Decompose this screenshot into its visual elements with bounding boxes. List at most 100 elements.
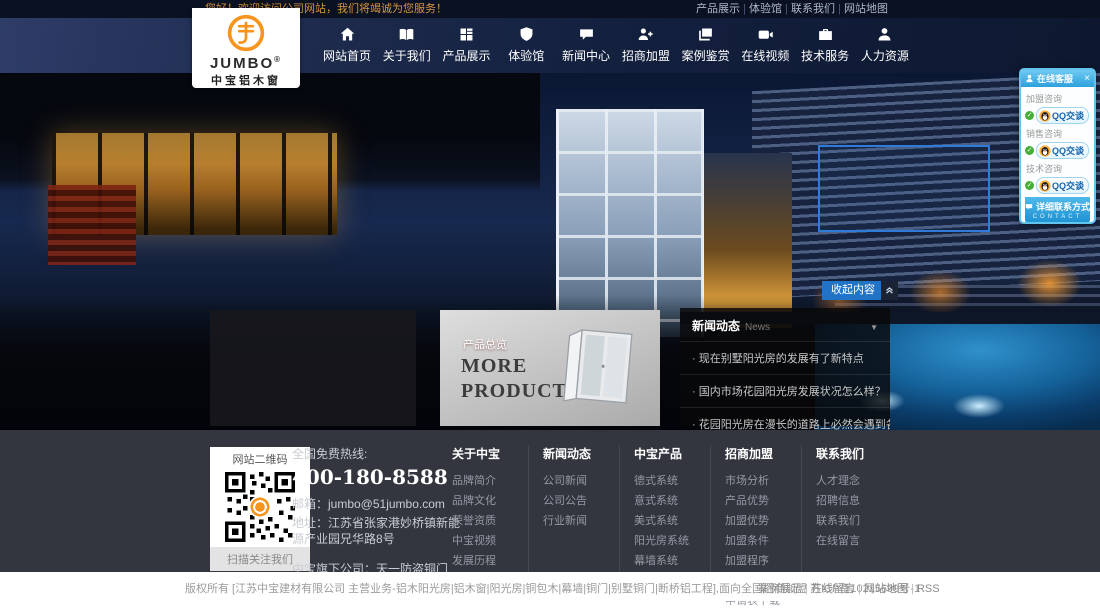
collapse-content-button[interactable]: 收起内容 (822, 281, 884, 300)
news-title: 新闻动态 (692, 317, 740, 334)
nav-label: 在线视频 (741, 47, 789, 64)
hotline-label: 全国免费热线: (292, 445, 464, 462)
contact-email: 邮箱：jumbo@51jumbo.com (292, 496, 464, 512)
contact-caption: CONTACT (1025, 214, 1090, 220)
news-header: 新闻动态 News ▼ (680, 308, 890, 341)
chat-panel-body: 加盟咨询 ✓ QQ交谈 销售咨询 ✓ (1021, 87, 1094, 222)
bottom-link[interactable]: 网站地图 (864, 583, 917, 595)
footer-link[interactable]: 公司公告 (543, 491, 619, 511)
nav-item-home[interactable]: 网站首页 (318, 26, 376, 64)
footer-link[interactable]: 加盟优势 (725, 511, 801, 531)
chat-row: ✓ QQ交谈 (1025, 107, 1090, 124)
footer-link[interactable]: 品牌文化 (452, 491, 528, 511)
footer-link[interactable]: 幕墙系统 (634, 551, 710, 571)
footer-link[interactable]: 品牌简介 (452, 471, 528, 491)
news-item[interactable]: 花园阳光房在漫长的道路上必然会遇到各种挑战 (680, 407, 890, 430)
footer-link[interactable]: 产品优势 (725, 491, 801, 511)
footer-link[interactable]: 意式系统 (634, 491, 710, 511)
chevron-down-icon[interactable]: ▼ (870, 323, 878, 332)
footer-link[interactable]: 美式系统 (634, 511, 710, 531)
footer-link[interactable]: 人才理念 (816, 471, 892, 491)
qq-penguin-icon (1039, 145, 1051, 157)
close-icon[interactable]: × (1084, 74, 1090, 84)
nav-item-news[interactable]: 新闻中心 (557, 26, 615, 64)
nav-item-about[interactable]: 关于我们 (378, 26, 436, 64)
bottom-link[interactable]: RSS (917, 583, 940, 595)
nav-item-videos[interactable]: 在线视频 (736, 26, 794, 64)
nav-label: 招商加盟 (622, 47, 670, 64)
main-navbar: 网站首页 关于我们 产品展示 体验馆 新闻中心 招商加盟 案例鉴赏 在线视频 技… (0, 18, 1100, 73)
nav-item-cases[interactable]: 案例鉴赏 (677, 26, 735, 64)
footer-link[interactable]: 联系我们 (816, 511, 892, 531)
bottom-link[interactable]: 案例展示 (758, 583, 811, 595)
topbar-link[interactable]: 联系我们 (791, 3, 844, 15)
online-status-icon: ✓ (1025, 181, 1034, 190)
nav-label: 关于我们 (383, 47, 431, 64)
shield-icon (518, 26, 535, 43)
bottom-link[interactable]: 在线留言 (811, 583, 864, 595)
topbar-link[interactable]: 体验馆 (749, 3, 791, 15)
qq-penguin-icon (1039, 180, 1051, 192)
footer-column-title: 中宝产品 (634, 445, 710, 462)
nav-label: 人力资源 (861, 47, 909, 64)
speech-bubble-icon (1025, 202, 1033, 211)
briefcase-icon (817, 26, 834, 43)
news-item[interactable]: 现在别墅阳光房的发展有了新特点 (680, 341, 890, 374)
contact-details-label: 详细联系方式 (1036, 200, 1090, 213)
chat-group: 技术咨询 ✓ QQ交谈 (1025, 162, 1090, 194)
topbar-link[interactable]: 产品展示 (696, 3, 749, 15)
qq-chat-button[interactable]: QQ交谈 (1036, 107, 1089, 124)
footer-link[interactable]: 加盟条件 (725, 531, 801, 551)
nav-label: 案例鉴赏 (682, 47, 730, 64)
person-icon (1025, 74, 1034, 83)
online-status-icon: ✓ (1025, 111, 1034, 120)
footer-link[interactable]: 公司新闻 (543, 471, 619, 491)
user-icon (876, 26, 893, 43)
nav-item-services[interactable]: 技术服务 (796, 26, 854, 64)
qq-chat-button[interactable]: QQ交谈 (1036, 142, 1089, 159)
footer-link[interactable]: 中宝视频 (452, 531, 528, 551)
home-icon (339, 26, 356, 43)
footer-link[interactable]: 行业新闻 (543, 511, 619, 531)
jumbo-emblem-icon (226, 13, 266, 53)
qq-chat-button[interactable]: QQ交谈 (1036, 177, 1089, 194)
nav-label: 网站首页 (323, 47, 371, 64)
video-icon (757, 26, 774, 43)
window-product-icon (560, 320, 646, 416)
footer-link[interactable]: 发展历程 (452, 551, 528, 571)
footer-link[interactable]: 加盟程序 (725, 551, 801, 571)
book-icon (398, 26, 415, 43)
footer-link[interactable]: 市场分析 (725, 471, 801, 491)
hero-red-slat-wall (48, 185, 136, 265)
news-overlay-panel: 新闻动态 News ▼ 现在别墅阳光房的发展有了新特点国内市场花园阳光房发展状况… (680, 308, 890, 426)
bottom-links: 案例展示在线留言网站地图RSS (758, 580, 940, 596)
chat-panel-header: 在线客服 × (1021, 70, 1094, 87)
gallery-icon (697, 26, 714, 43)
nav-item-franchise[interactable]: 招商加盟 (617, 26, 675, 64)
chat-icon (578, 26, 595, 43)
footer-link[interactable]: 德式系统 (634, 471, 710, 491)
footer-link[interactable]: 荣誉资质 (452, 511, 528, 531)
footer-column-title: 关于中宝 (452, 445, 528, 462)
contact-details-button[interactable]: 详细联系方式 CONTACT (1025, 197, 1090, 222)
logo-subtitle: 中宝铝木窗 (211, 72, 281, 88)
topbar-links: 产品展示体验馆联系我们网站地图 (696, 0, 888, 18)
topbar-link[interactable]: 网站地图 (844, 3, 888, 15)
company-logo[interactable]: JUMBO® 中宝铝木窗 (192, 8, 300, 88)
chat-group-label: 加盟咨询 (1026, 92, 1090, 105)
footer-link[interactable]: 阳光房系统 (634, 531, 710, 551)
chat-group-label: 技术咨询 (1026, 162, 1090, 175)
hero-pool-light (953, 394, 1005, 418)
collapse-toggle-button[interactable] (881, 281, 898, 300)
nav-item-experience[interactable]: 体验馆 (497, 26, 555, 64)
news-item[interactable]: 国内市场花园阳光房发展状况怎么样？ (680, 374, 890, 407)
footer-link[interactable]: 在线留言 (816, 531, 892, 551)
more-products-panel[interactable]: 产品总览 MOREPRODUCTS (440, 310, 660, 426)
news-subtitle: News (745, 322, 870, 333)
footer-link[interactable]: 招聘信息 (816, 491, 892, 511)
nav-item-products[interactable]: 产品展示 (438, 26, 496, 64)
nav-item-hr[interactable]: 人力资源 (856, 26, 914, 64)
footer-column-title: 新闻动态 (543, 445, 619, 462)
footer-column-title: 招商加盟 (725, 445, 801, 462)
chat-group: 销售咨询 ✓ QQ交谈 (1025, 127, 1090, 159)
